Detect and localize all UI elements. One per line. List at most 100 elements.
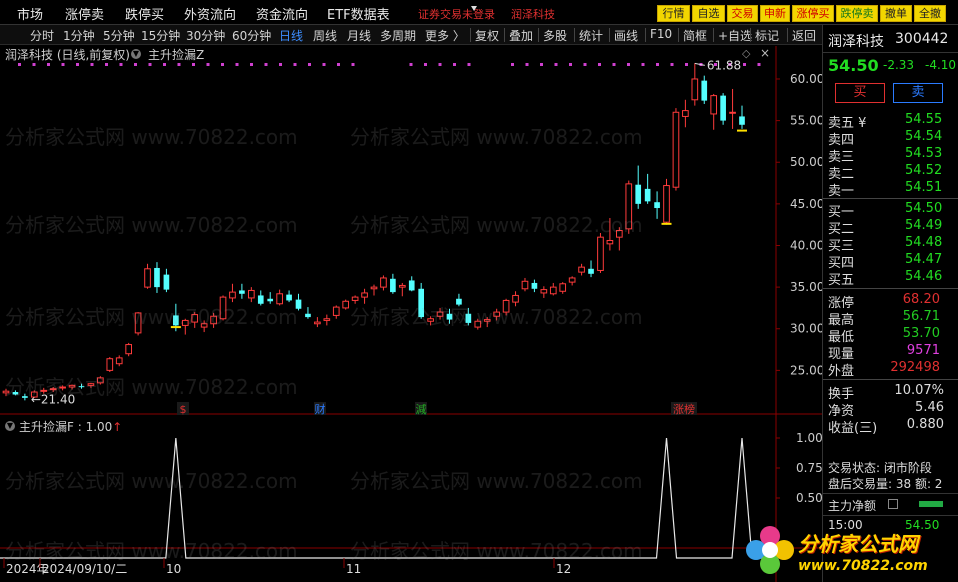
candle-body[interactable] — [540, 289, 548, 294]
quick-button-0[interactable]: 行情 — [657, 5, 690, 22]
period-tab-10[interactable]: 更多 〉 — [425, 27, 465, 44]
tool-button-0[interactable]: 复权 — [475, 27, 499, 44]
period-tab-5[interactable]: 60分钟 — [232, 27, 271, 44]
period-tab-4[interactable]: 30分钟 — [186, 27, 225, 44]
tool-button-6[interactable]: 简框 — [683, 27, 707, 44]
quick-button-6[interactable]: 撤单 — [880, 5, 912, 22]
dropdown-arrow-icon — [471, 6, 477, 11]
event-marker[interactable]: 财 — [315, 402, 326, 416]
quick-button-5[interactable]: 跌停卖 — [836, 5, 878, 22]
candle-body[interactable] — [144, 268, 151, 288]
tool-button-9[interactable]: 返回 — [792, 27, 816, 44]
quick-button-7[interactable]: 全撤 — [914, 5, 946, 22]
chart-toolbar: 分时 1分钟 5分钟 15分钟 30分钟 60分钟 日线 周线 月线 多周期 更多 〉复权 叠加 多股统… — [0, 25, 822, 45]
sell-button[interactable]: 卖 — [893, 83, 943, 103]
candle-body[interactable] — [106, 358, 114, 371]
candle-body[interactable] — [276, 293, 283, 305]
menu-etf[interactable]: ETF数据表 — [327, 4, 390, 23]
event-marker[interactable]: 減 — [416, 402, 427, 416]
lower-indicator-menu-icon[interactable]: ▼ — [5, 421, 15, 431]
candle-body[interactable] — [361, 292, 368, 298]
candle-body[interactable] — [332, 306, 340, 316]
candle-body[interactable] — [267, 298, 274, 302]
candle-body[interactable] — [154, 267, 160, 288]
signal-dot — [90, 63, 94, 66]
candle-body[interactable] — [739, 116, 745, 125]
candle-body[interactable] — [248, 289, 255, 299]
candle-body[interactable] — [597, 236, 604, 271]
candle-body[interactable] — [305, 313, 311, 318]
candle-body[interactable] — [229, 291, 236, 299]
tool-button-8[interactable]: 标记 — [755, 27, 779, 44]
period-tab-1[interactable]: 1分钟 — [63, 27, 95, 44]
candle-body[interactable] — [549, 286, 557, 295]
candle-body[interactable] — [691, 78, 699, 101]
candle-body[interactable] — [559, 283, 567, 292]
period-tab-6[interactable]: 日线 — [279, 27, 303, 44]
candle-body[interactable] — [710, 95, 718, 115]
signal-dot — [583, 63, 587, 66]
menu-foreign-flow[interactable]: 外资流向 — [184, 4, 236, 23]
event-marker[interactable]: 涨榜 — [673, 402, 695, 416]
toolbar-divider — [609, 28, 610, 42]
candle-body[interactable] — [578, 266, 585, 273]
candle-body[interactable] — [257, 295, 264, 304]
period-tab-7[interactable]: 周线 — [313, 27, 337, 44]
period-tab-9[interactable]: 多周期 — [380, 27, 416, 44]
candle-body[interactable] — [568, 277, 576, 283]
quick-button-1[interactable]: 自选 — [692, 5, 725, 22]
candle-body[interactable] — [644, 188, 651, 202]
candle-body[interactable] — [521, 280, 529, 290]
candle-body[interactable] — [398, 284, 406, 288]
candle-body[interactable] — [380, 277, 387, 288]
candle-body[interactable] — [351, 296, 359, 301]
candle-body[interactable] — [512, 294, 519, 303]
candle-body[interactable] — [729, 111, 736, 114]
candle-body[interactable] — [370, 286, 378, 290]
tool-button-1[interactable]: 叠加 — [509, 27, 533, 44]
menu-market[interactable]: 市场 — [17, 4, 43, 23]
candle-body[interactable] — [654, 202, 660, 209]
candle-body[interactable] — [115, 357, 123, 365]
candle-body[interactable] — [682, 110, 689, 117]
signal-dot — [250, 63, 253, 66]
candle-body[interactable] — [286, 294, 292, 301]
candle-body[interactable] — [314, 321, 321, 325]
candle-body[interactable] — [606, 239, 614, 245]
candle-body[interactable] — [588, 268, 594, 274]
tool-button-5[interactable]: F10 — [650, 27, 672, 41]
candle-body[interactable] — [663, 185, 670, 223]
menu-limit-up-sell[interactable]: 涨停卖 — [65, 4, 104, 23]
tool-button-3[interactable]: 统计 — [579, 27, 603, 44]
buy-button[interactable]: 买 — [835, 83, 885, 103]
event-marker[interactable]: $ — [180, 403, 187, 416]
login-notice[interactable]: 证券交易未登录 — [418, 6, 495, 22]
period-tab-8[interactable]: 月线 — [347, 27, 371, 44]
period-tab-3[interactable]: 15分钟 — [141, 27, 180, 44]
menu-capital-flow[interactable]: 资金流向 — [256, 4, 308, 23]
list-icon[interactable] — [888, 499, 898, 509]
period-tab-2[interactable]: 5分钟 — [103, 27, 135, 44]
tool-button-2[interactable]: 多股 — [543, 27, 567, 44]
candle-body[interactable] — [531, 282, 538, 289]
candle-body[interactable] — [125, 344, 132, 355]
candle-body[interactable] — [239, 290, 245, 294]
tool-button-4[interactable]: 画线 — [614, 27, 638, 44]
candle-body[interactable] — [323, 318, 331, 321]
candle-body[interactable] — [720, 95, 726, 121]
period-tab-0[interactable]: 分时 — [30, 27, 54, 44]
candle-body[interactable] — [635, 184, 642, 204]
candle-body[interactable] — [701, 80, 708, 101]
candle-body[interactable] — [456, 298, 462, 305]
quick-button-4[interactable]: 涨停买 — [792, 5, 834, 22]
candle-body[interactable] — [408, 280, 415, 291]
quick-button-3[interactable]: 申新 — [760, 5, 790, 22]
candle-body[interactable] — [163, 274, 170, 290]
candle-body[interactable] — [342, 300, 350, 309]
kline-chart[interactable]: 60.00 55.00 50.00 45.00 40.00 35.00 30.00 25.00… — [0, 46, 822, 582]
candle-body[interactable] — [672, 111, 680, 188]
candle-body[interactable] — [390, 278, 396, 293]
quick-button-2[interactable]: 交易 — [727, 5, 758, 22]
menu-limit-down-buy[interactable]: 跌停买 — [125, 4, 164, 23]
tool-button-7[interactable]: +自选 — [718, 27, 752, 44]
